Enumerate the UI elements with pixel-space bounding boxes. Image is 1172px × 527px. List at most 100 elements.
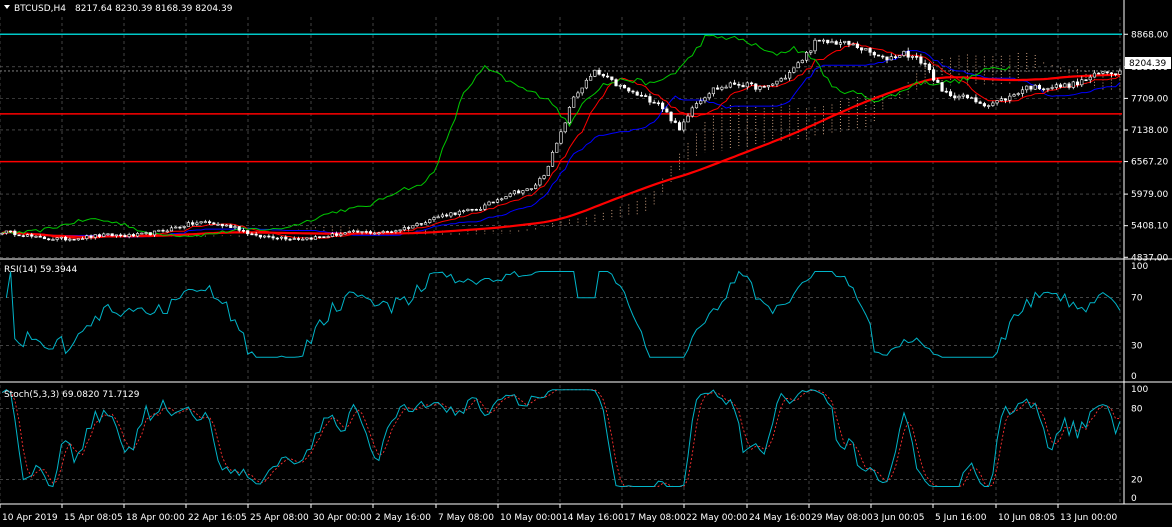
candle-body <box>398 229 402 232</box>
candle-body <box>335 233 339 236</box>
candle-body <box>567 107 572 124</box>
candle-body <box>305 237 309 240</box>
candle-body <box>893 56 898 58</box>
candle-body <box>449 212 453 217</box>
candle-body <box>42 236 47 240</box>
candle-body <box>876 54 881 57</box>
candle-body <box>110 233 114 237</box>
candle-body <box>741 85 745 88</box>
candle-body <box>639 94 644 97</box>
candle-body <box>855 43 859 48</box>
candle-body <box>254 233 258 236</box>
candle-body <box>428 219 432 223</box>
candle-body <box>68 238 72 241</box>
candle-body <box>491 201 495 204</box>
candle-body <box>224 224 229 227</box>
candle-body <box>47 238 51 241</box>
candle-body <box>148 232 152 236</box>
candle-body <box>961 94 965 97</box>
candle-body <box>385 231 389 233</box>
candle-body <box>186 222 190 227</box>
candle-body <box>550 152 555 167</box>
candle-body <box>868 48 872 53</box>
candle-body <box>733 82 737 85</box>
candle-body <box>313 236 318 240</box>
candle-body <box>910 56 914 58</box>
candle-body <box>728 82 732 88</box>
stoch-tick-label: 100 <box>1131 385 1148 395</box>
candle-body <box>749 82 754 85</box>
candle-body <box>275 237 279 240</box>
candle-body <box>233 226 237 228</box>
candle-body <box>813 39 817 52</box>
candle-body <box>191 222 195 225</box>
candle-body <box>601 73 605 77</box>
time-tick-label: 7 May 08:00 <box>438 513 494 523</box>
stoch-tick-label: 0 <box>1131 494 1137 504</box>
candle-body <box>775 80 779 85</box>
time-tick-label: 22 Apr 16:05 <box>188 513 247 523</box>
candle-body <box>546 165 550 176</box>
time-tick-label: 15 Apr 08:05 <box>64 513 123 523</box>
candle-body <box>682 121 686 131</box>
candle-body <box>1084 79 1088 82</box>
candle-body <box>93 234 97 238</box>
candle-body <box>284 236 288 240</box>
candle-body <box>241 230 246 232</box>
candle-body <box>919 56 923 64</box>
candle-body <box>483 204 487 210</box>
candle-body <box>267 235 271 238</box>
candle-body <box>838 42 843 45</box>
candle-body <box>1075 81 1080 86</box>
rsi-tick-label: 70 <box>1131 294 1143 304</box>
stoch-title: Stoch(5,3,3) 69.0820 71.7129 <box>4 390 140 400</box>
candle-body <box>343 232 347 235</box>
candle-body <box>982 103 986 107</box>
candle-body <box>157 229 161 232</box>
candle-body <box>800 59 804 64</box>
candle-body <box>902 50 906 56</box>
candle-body <box>517 190 521 194</box>
candle-body <box>76 238 80 241</box>
candle-body <box>584 79 588 89</box>
candle-body <box>322 236 326 238</box>
candle-body <box>762 86 766 88</box>
candle-body <box>1016 93 1020 95</box>
chart-canvas: 8868.008280.007709.007138.006567.205979.… <box>0 0 1172 527</box>
candle-body <box>123 235 127 237</box>
candle-body <box>0 232 4 235</box>
candle-body <box>220 223 224 227</box>
candle-body <box>301 238 305 241</box>
candle-body <box>390 231 394 233</box>
candle-body <box>1114 73 1118 75</box>
candle-body <box>1037 84 1042 90</box>
candle-body <box>161 229 165 232</box>
candle-body <box>529 188 533 190</box>
candle-body <box>17 234 21 237</box>
candle-body <box>860 47 864 51</box>
candle-body <box>356 230 360 233</box>
candle-body <box>974 97 978 103</box>
stoch-tick-label: 80 <box>1131 405 1143 415</box>
candle-body <box>792 67 796 73</box>
candle-body <box>237 226 241 231</box>
candle-body <box>957 95 961 99</box>
candle-body <box>1033 84 1037 90</box>
stoch-tick-label: 20 <box>1131 475 1143 485</box>
candle-body <box>677 122 682 131</box>
candle-body <box>1042 88 1046 91</box>
candle-body <box>478 208 483 211</box>
candle-body <box>296 238 301 240</box>
current-price-tag: 8204.39 <box>1129 59 1166 69</box>
candle-body <box>593 69 597 77</box>
time-tick-label: 18 Apr 00:00 <box>126 513 185 523</box>
candle-body <box>250 233 254 236</box>
candle-body <box>326 236 330 238</box>
candle-body <box>330 233 334 237</box>
time-tick-label: 24 May 16:00 <box>749 513 811 523</box>
candle-body <box>597 69 601 75</box>
candle-body <box>144 232 148 234</box>
candle-body <box>1054 84 1058 88</box>
candle-body <box>716 87 720 90</box>
candle-body <box>525 188 529 191</box>
